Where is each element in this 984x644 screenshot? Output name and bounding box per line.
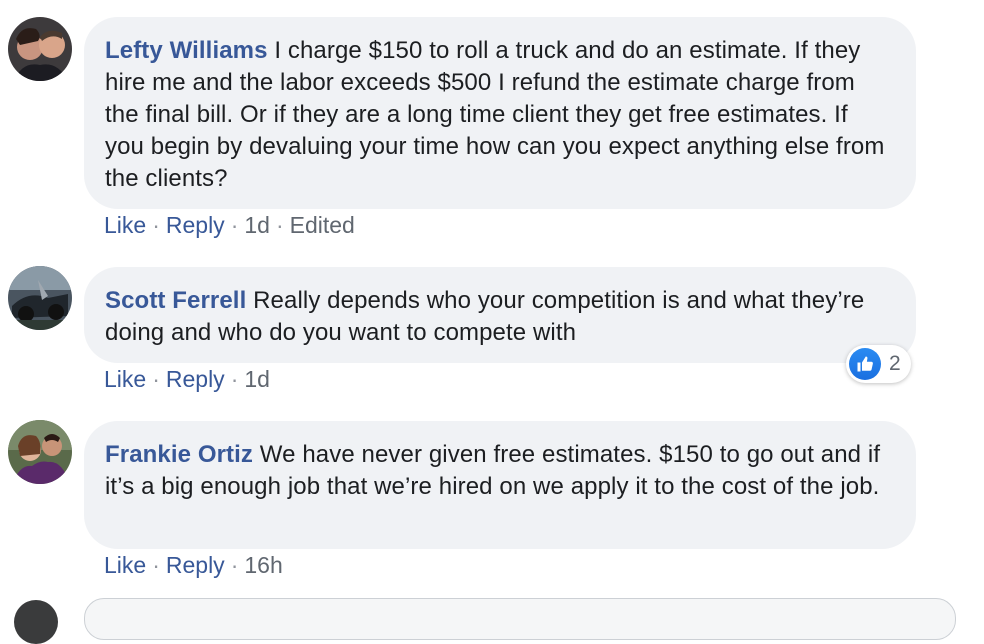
comment-actions: Like · Reply · 16h — [104, 552, 283, 578]
reaction-count: 2 — [889, 352, 901, 375]
edited-label[interactable]: Edited — [290, 212, 355, 238]
reply-button[interactable]: Reply — [166, 366, 225, 392]
avatar[interactable] — [8, 17, 72, 81]
comment-timestamp[interactable]: 1d — [244, 212, 270, 238]
comment-timestamp[interactable]: 16h — [244, 552, 282, 578]
comment-author[interactable]: Scott Ferrell — [105, 287, 246, 314]
comment-bubble: Scott Ferrell Really depends who your co… — [84, 267, 916, 363]
comment-actions: Like · Reply · 1d — [104, 366, 270, 392]
comment-actions: Like · Reply · 1d · Edited — [104, 212, 355, 238]
thumbs-up-icon — [849, 348, 881, 380]
avatar[interactable] — [8, 266, 72, 330]
reaction-count-badge[interactable]: 2 — [846, 345, 911, 383]
comment-timestamp[interactable]: 1d — [244, 366, 270, 392]
like-button[interactable]: Like — [104, 212, 146, 238]
like-button[interactable]: Like — [104, 552, 146, 578]
like-button[interactable]: Like — [104, 366, 146, 392]
reply-button[interactable]: Reply — [166, 212, 225, 238]
comment-bubble: Lefty Williams I charge $150 to roll a t… — [84, 17, 916, 209]
comment-bubble: Frankie Ortiz We have never given free e… — [84, 421, 916, 549]
avatar — [14, 600, 58, 644]
reply-button[interactable]: Reply — [166, 552, 225, 578]
avatar[interactable] — [8, 420, 72, 484]
comment-author[interactable]: Frankie Ortiz — [105, 441, 253, 468]
comment-author[interactable]: Lefty Williams — [105, 37, 268, 64]
reply-input[interactable] — [84, 598, 956, 640]
